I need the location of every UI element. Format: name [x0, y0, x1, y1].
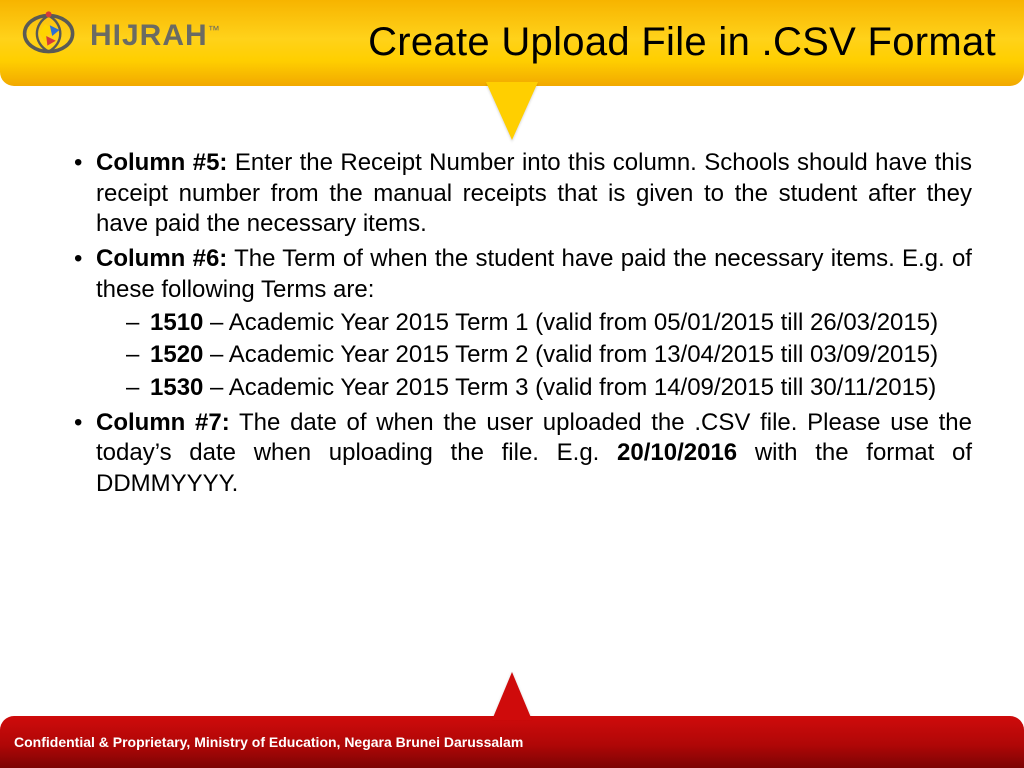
- example-date: 20/10/2016: [617, 439, 737, 466]
- footer-text: Confidential & Proprietary, Ministry of …: [14, 734, 523, 750]
- bullet-col5: Column #5: Enter the Receipt Number into…: [66, 148, 972, 240]
- hijrah-logo: HIJRAH™: [16, 6, 221, 71]
- bullet-text: The Term of when the student have paid t…: [96, 245, 972, 303]
- bullet-label: Column #7:: [96, 409, 230, 436]
- bullet-label: Column #5:: [96, 149, 227, 176]
- globe-icon: [16, 6, 86, 71]
- term-1520: 1520 – Academic Year 2015 Term 2 (valid …: [96, 340, 972, 371]
- logo-text: HIJRAH™: [90, 19, 221, 53]
- bullet-col7: Column #7: The date of when the user upl…: [66, 408, 972, 500]
- footer-band: Confidential & Proprietary, Ministry of …: [0, 716, 1024, 768]
- term-desc: – Academic Year 2015 Term 1 (valid from …: [203, 309, 938, 336]
- term-1510: 1510 – Academic Year 2015 Term 1 (valid …: [96, 308, 972, 339]
- term-desc: – Academic Year 2015 Term 2 (valid from …: [203, 341, 938, 368]
- bullet-label: Column #6:: [96, 245, 227, 272]
- term-desc: – Academic Year 2015 Term 3 (valid from …: [203, 374, 936, 401]
- term-code: 1520: [150, 341, 203, 368]
- bullet-text: Enter the Receipt Number into this colum…: [96, 149, 972, 237]
- slide-title: Create Upload File in .CSV Format: [368, 20, 996, 65]
- term-1530: 1530 – Academic Year 2015 Term 3 (valid …: [96, 373, 972, 404]
- term-code: 1530: [150, 374, 203, 401]
- bullet-col6: Column #6: The Term of when the student …: [66, 244, 972, 404]
- title-band: HIJRAH™ Create Upload File in .CSV Forma…: [0, 0, 1024, 86]
- slide-body: Column #5: Enter the Receipt Number into…: [0, 86, 1024, 500]
- term-code: 1510: [150, 309, 203, 336]
